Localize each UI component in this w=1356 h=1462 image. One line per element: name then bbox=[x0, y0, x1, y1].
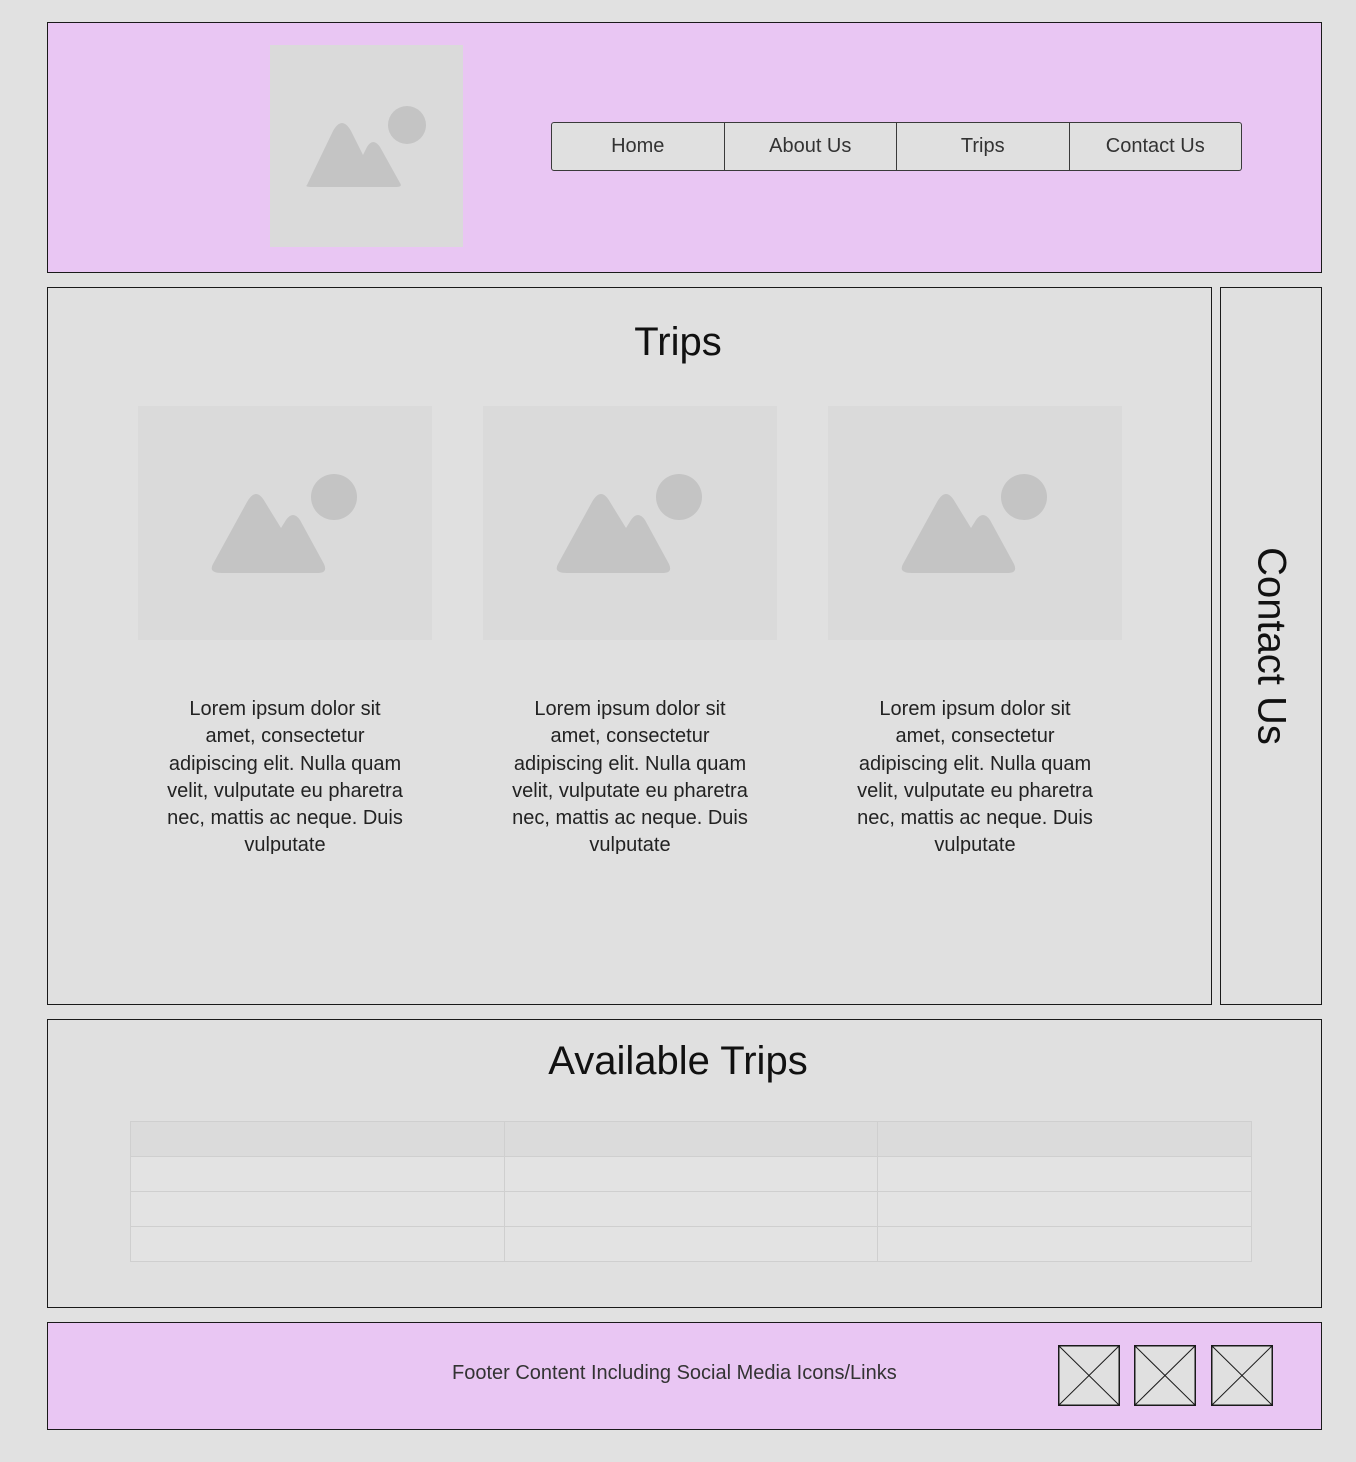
trip-card-text-2: Lorem ipsum dolor sit amet, consectetur … bbox=[512, 698, 748, 854]
table-row[interactable] bbox=[130, 1156, 1252, 1192]
nav-contact-us[interactable]: Contact Us bbox=[1069, 122, 1242, 171]
trip-card-text-1: Lorem ipsum dolor sit amet, consectetur … bbox=[167, 698, 403, 854]
table-cell bbox=[130, 1191, 505, 1227]
table-header-cell bbox=[130, 1121, 505, 1157]
contact-us-sidebar[interactable]: Contact Us bbox=[1220, 287, 1322, 1005]
table-row[interactable] bbox=[130, 1226, 1252, 1262]
trip-card-text-3: Lorem ipsum dolor sit amet, consectetur … bbox=[857, 698, 1093, 854]
table-cell bbox=[503, 1191, 879, 1227]
social-media-placeholder-icon[interactable] bbox=[1134, 1345, 1196, 1406]
trips-section bbox=[47, 287, 1212, 1005]
image-placeholder-icon bbox=[211, 474, 357, 573]
trip-card-image-2[interactable] bbox=[483, 406, 777, 640]
image-placeholder-icon bbox=[901, 474, 1047, 573]
logo[interactable] bbox=[270, 45, 463, 247]
footer-text: Footer Content Including Social Media Ic… bbox=[452, 1362, 897, 1384]
table-cell bbox=[130, 1226, 505, 1262]
available-trips-table bbox=[130, 1121, 1252, 1262]
nav-about-us[interactable]: About Us bbox=[724, 122, 897, 171]
image-placeholder-icon bbox=[306, 106, 426, 187]
table-cell bbox=[503, 1226, 879, 1262]
table-header-row bbox=[130, 1121, 1252, 1157]
trip-card-image-1[interactable] bbox=[138, 406, 432, 640]
table-cell bbox=[877, 1191, 1252, 1227]
image-placeholder-icon bbox=[556, 474, 702, 573]
nav-trips[interactable]: Trips bbox=[897, 122, 1070, 171]
available-trips-heading: Available Trips bbox=[548, 1039, 808, 1083]
table-cell bbox=[877, 1226, 1252, 1262]
social-media-placeholder-icon[interactable] bbox=[1211, 1345, 1273, 1406]
nav-home[interactable]: Home bbox=[551, 122, 725, 171]
trips-heading: Trips bbox=[634, 320, 722, 364]
table-cell bbox=[503, 1156, 879, 1192]
main-nav: Home About Us Trips Contact Us bbox=[551, 122, 1242, 171]
table-header-cell bbox=[503, 1121, 879, 1157]
table-row[interactable] bbox=[130, 1191, 1252, 1227]
social-media-placeholder-icon[interactable] bbox=[1058, 1345, 1120, 1406]
trip-card-image-3[interactable] bbox=[828, 406, 1122, 640]
table-header-cell bbox=[877, 1121, 1252, 1157]
sidebar-label: Contact Us bbox=[1249, 547, 1294, 745]
table-cell bbox=[877, 1156, 1252, 1192]
table-cell bbox=[130, 1156, 505, 1192]
